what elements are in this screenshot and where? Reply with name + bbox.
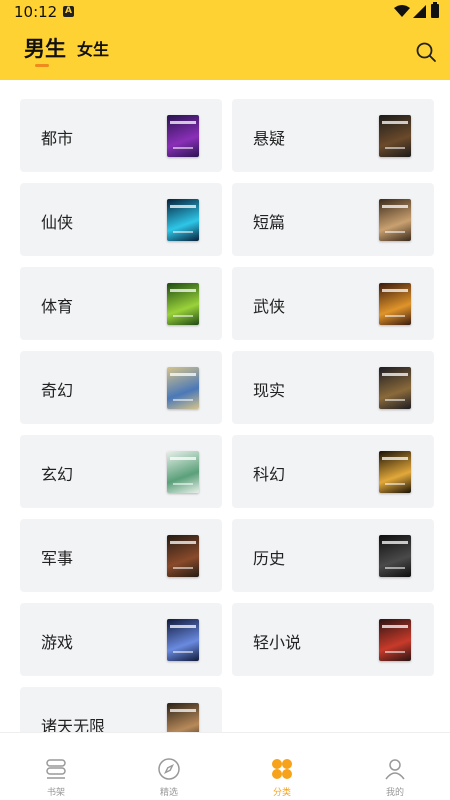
category-card[interactable]: 玄幻 (20, 435, 222, 508)
book-cover-thumbnail (167, 703, 199, 732)
category-label: 都市 (41, 129, 74, 148)
category-label: 仙侠 (41, 213, 74, 232)
wifi-icon (394, 5, 410, 17)
signal-icon (413, 5, 426, 18)
book-cover-thumbnail (379, 619, 411, 661)
category-label: 体育 (41, 297, 74, 316)
search-icon[interactable] (414, 40, 438, 64)
nav-category[interactable]: 分类 (226, 733, 338, 800)
category-label: 轻小说 (253, 633, 302, 652)
status-time: 10:12 (14, 3, 58, 21)
nav-profile[interactable]: 我的 (339, 733, 450, 800)
category-label: 军事 (41, 549, 74, 568)
status-bar: 10:12 A (0, 0, 450, 24)
category-label: 玄幻 (41, 465, 74, 484)
bottom-navigation: 书架 精选 分类 我的 (0, 732, 450, 800)
category-grid: 都市 悬疑仙侠 短篇体育 武侠奇幻 现实玄幻 科幻军事 历史游戏 轻小说诸天无限 (0, 80, 450, 732)
book-cover-thumbnail (167, 283, 199, 325)
category-card[interactable]: 武侠 (232, 267, 434, 340)
book-cover-thumbnail (167, 199, 199, 241)
category-card[interactable]: 历史 (232, 519, 434, 592)
category-label: 历史 (253, 549, 286, 568)
book-cover-thumbnail (379, 367, 411, 409)
category-card[interactable]: 军事 (20, 519, 222, 592)
book-cover-thumbnail (167, 115, 199, 157)
top-header: 10:12 A 男生 女生 (0, 0, 450, 80)
nav-bookshelf-label: 书架 (46, 788, 65, 798)
book-cover-thumbnail (379, 199, 411, 241)
category-card[interactable]: 轻小说 (232, 603, 434, 676)
category-card[interactable]: 都市 (20, 99, 222, 172)
book-cover-thumbnail (167, 535, 199, 577)
category-card[interactable]: 仙侠 (20, 183, 222, 256)
category-card[interactable]: 诸天无限 (20, 687, 222, 732)
tab-male[interactable]: 男生 (24, 33, 66, 63)
book-cover-thumbnail (167, 619, 199, 661)
active-tab-indicator (35, 64, 49, 67)
book-cover-thumbnail (379, 283, 411, 325)
book-cover-thumbnail (379, 535, 411, 577)
category-label: 诸天无限 (41, 717, 106, 732)
profile-icon (385, 759, 405, 780)
category-card[interactable]: 科幻 (232, 435, 434, 508)
notification-icon: A (63, 6, 74, 17)
category-icon (272, 759, 292, 779)
category-label: 科幻 (253, 465, 286, 484)
category-label: 现实 (253, 381, 286, 400)
nav-featured[interactable]: 精选 (113, 733, 225, 800)
book-cover-thumbnail (379, 115, 411, 157)
category-card[interactable]: 奇幻 (20, 351, 222, 424)
category-label: 武侠 (253, 297, 286, 316)
category-label: 游戏 (41, 633, 74, 652)
book-cover-thumbnail (167, 367, 199, 409)
nav-category-label: 分类 (272, 788, 291, 798)
compass-icon (158, 758, 180, 780)
category-card[interactable]: 短篇 (232, 183, 434, 256)
book-cover-thumbnail (379, 451, 411, 493)
book-cover-thumbnail (167, 451, 199, 493)
battery-icon (431, 2, 439, 18)
nav-profile-label: 我的 (385, 788, 404, 798)
nav-bookshelf[interactable]: 书架 (0, 733, 112, 800)
category-label: 奇幻 (41, 381, 74, 400)
category-card[interactable]: 悬疑 (232, 99, 434, 172)
category-label: 短篇 (253, 213, 286, 232)
category-card[interactable]: 体育 (20, 267, 222, 340)
nav-featured-label: 精选 (159, 788, 178, 798)
tab-female[interactable]: 女生 (77, 36, 109, 60)
bookshelf-icon (46, 759, 66, 779)
category-card[interactable]: 现实 (232, 351, 434, 424)
category-label: 悬疑 (253, 129, 286, 148)
category-card[interactable]: 游戏 (20, 603, 222, 676)
